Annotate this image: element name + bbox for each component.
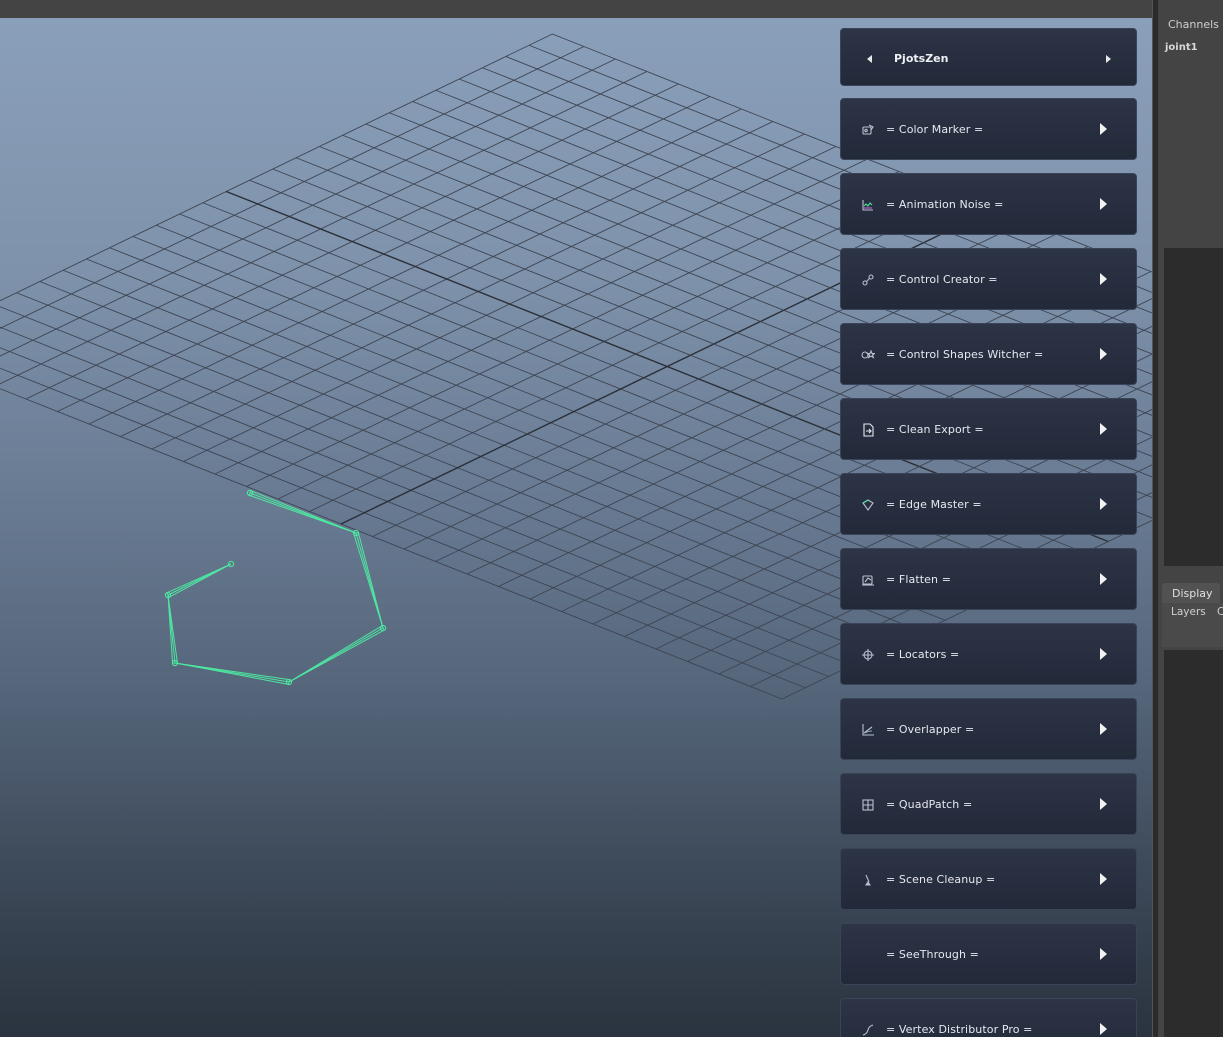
broom-icon (864, 874, 872, 886)
edge-master-icon (862, 499, 874, 511)
pjotszen-tool-panel: PjotsZen = Color Marker = = Animation Noi… (840, 28, 1140, 1037)
tool-card-locators[interactable]: = Locators = (840, 623, 1137, 685)
layer-list-area (1164, 650, 1223, 1037)
tab-display-label: Display (1172, 587, 1213, 600)
tool-label: = Overlapper = (886, 723, 975, 736)
control-creator-icon (862, 274, 874, 286)
tool-label: = Color Marker = (886, 123, 984, 136)
previous-page-icon[interactable] (867, 55, 872, 63)
expand-arrow-icon[interactable] (1100, 1023, 1107, 1035)
channel-box-panel: Channels joint1 Display Layers C (1158, 0, 1223, 1037)
tool-card-edge-master[interactable]: = Edge Master = (840, 473, 1137, 535)
channel-list-area (1164, 248, 1223, 566)
tool-card-scene-cleanup[interactable]: = Scene Cleanup = (840, 848, 1137, 910)
overlapper-icon (862, 724, 874, 736)
joint-bone-axis (167, 563, 232, 596)
vertex-distributor-icon (862, 1024, 874, 1036)
tool-card-overlapper[interactable]: = Overlapper = (840, 698, 1137, 760)
viewport-menu-bar (0, 0, 1152, 18)
quadpatch-grid-icon (862, 799, 874, 811)
tool-card-seethrough[interactable]: = SeeThrough = (840, 923, 1137, 985)
expand-arrow-icon[interactable] (1100, 873, 1107, 885)
tool-card-color-marker[interactable]: = Color Marker = (840, 98, 1137, 160)
grid-line (0, 388, 783, 700)
tool-label: = SeeThrough = (886, 948, 979, 961)
tool-card-quadpatch[interactable]: = QuadPatch = (840, 773, 1137, 835)
menu-layers[interactable]: Layers (1171, 606, 1206, 618)
expand-arrow-icon[interactable] (1100, 123, 1107, 135)
tool-label: = Flatten = (886, 573, 952, 586)
expand-arrow-icon[interactable] (1100, 498, 1107, 510)
joint-bone-axis (174, 662, 290, 683)
next-page-icon[interactable] (1106, 55, 1111, 63)
color-marker-icon (862, 124, 874, 135)
expand-arrow-icon[interactable] (1100, 273, 1107, 285)
tool-label: = QuadPatch = (886, 798, 973, 811)
panel-title: PjotsZen (894, 52, 949, 65)
expand-arrow-icon[interactable] (1100, 798, 1107, 810)
tool-label: = Control Shapes Witcher = (886, 348, 1044, 361)
tool-label: = Control Creator = (886, 273, 998, 286)
selected-object-name[interactable]: joint1 (1165, 42, 1198, 53)
tab-display[interactable]: Display (1162, 583, 1220, 603)
tool-label: = Animation Noise = (886, 198, 1004, 211)
flatten-icon (862, 575, 874, 586)
joint-bone-axis (288, 627, 384, 683)
expand-arrow-icon[interactable] (1100, 948, 1107, 960)
grid-line (0, 33, 553, 302)
tool-label: = Clean Export = (886, 423, 984, 436)
tool-label: = Vertex Distributor Pro = (886, 1023, 1033, 1036)
expand-arrow-icon[interactable] (1100, 723, 1107, 735)
clean-export-icon (863, 423, 874, 437)
tool-label: = Scene Cleanup = (886, 873, 996, 886)
grid-line (0, 326, 853, 666)
joint-bone-axis (355, 532, 384, 629)
menu-options[interactable]: C (1217, 606, 1223, 618)
panel-header: PjotsZen (840, 28, 1137, 86)
expand-arrow-icon[interactable] (1100, 198, 1107, 210)
tool-card-clean-export[interactable]: = Clean Export = (840, 398, 1137, 460)
layer-menu-bar: Layers C (1162, 603, 1223, 647)
locator-crosshair-icon (862, 649, 874, 661)
tool-card-control-creator[interactable]: = Control Creator = (840, 248, 1137, 310)
tool-label: = Locators = (886, 648, 960, 661)
tool-card-animation-noise[interactable]: = Animation Noise = (840, 173, 1137, 235)
control-shapes-icon (861, 349, 875, 359)
expand-arrow-icon[interactable] (1100, 648, 1107, 660)
tool-card-vertex-distributor-pro[interactable]: = Vertex Distributor Pro = (840, 998, 1137, 1037)
animation-noise-icon (862, 200, 873, 211)
tool-card-flatten[interactable]: = Flatten = (840, 548, 1137, 610)
expand-arrow-icon[interactable] (1100, 423, 1107, 435)
tool-label: = Edge Master = (886, 498, 982, 511)
expand-arrow-icon[interactable] (1100, 348, 1107, 360)
channels-title[interactable]: Channels (1168, 18, 1219, 31)
expand-arrow-icon[interactable] (1100, 573, 1107, 585)
joint-bone-axis (249, 492, 357, 534)
tool-card-control-shapes-witcher[interactable]: = Control Shapes Witcher = (840, 323, 1137, 385)
